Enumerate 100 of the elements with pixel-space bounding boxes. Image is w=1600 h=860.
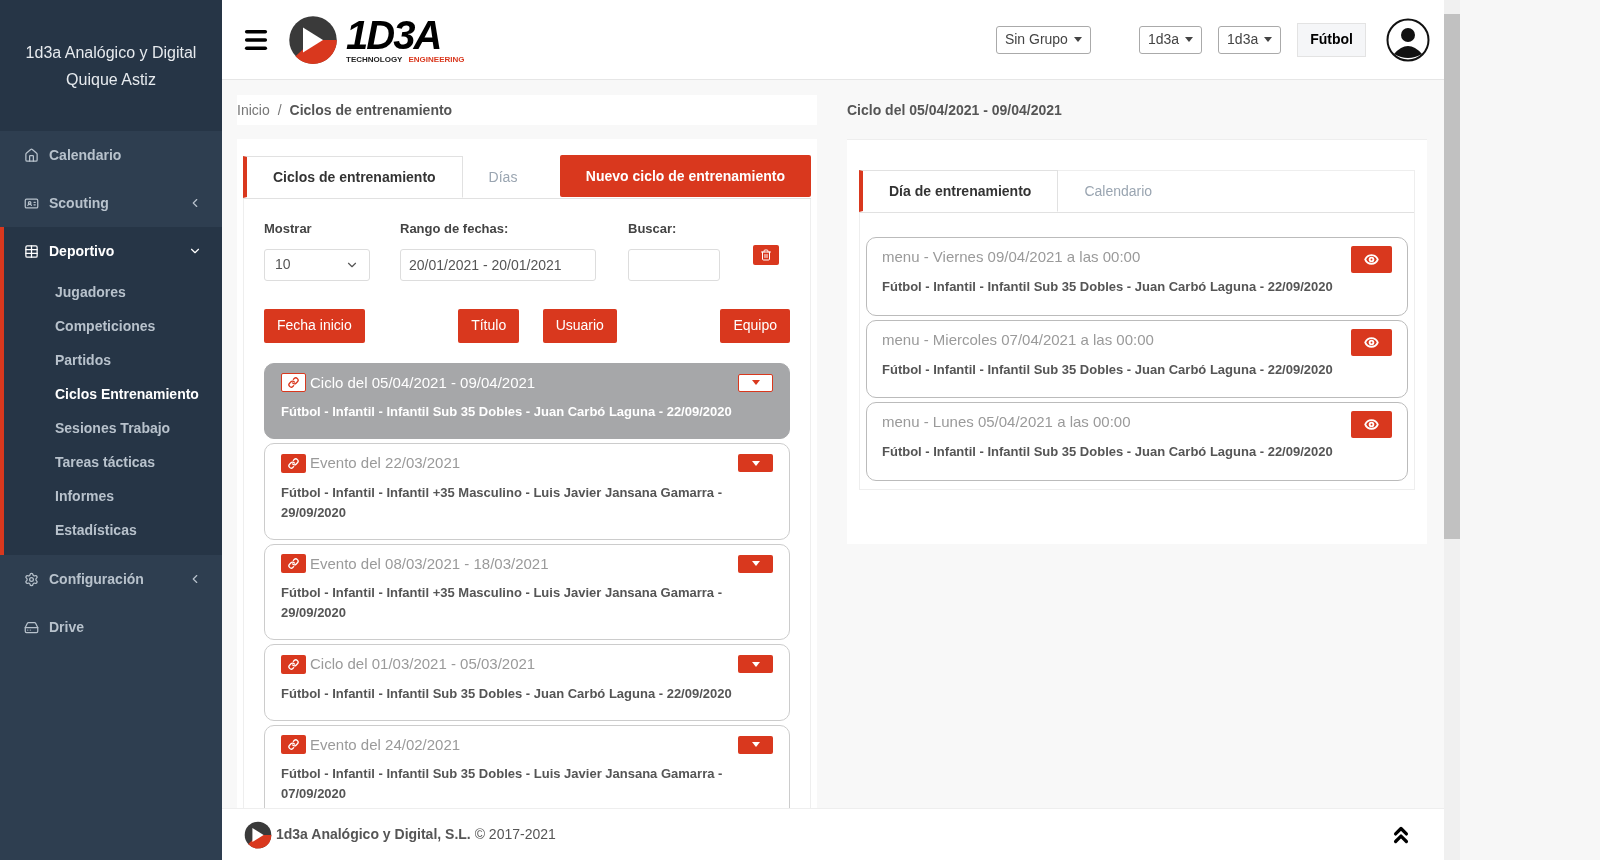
day-title: menu - Lunes 05/04/2021 a las 00:00 <box>882 412 1132 432</box>
sport-button[interactable]: Fútbol <box>1297 22 1366 57</box>
submenu-item[interactable]: Estadísticas <box>4 513 222 547</box>
new-cycle-button[interactable]: Nuevo ciclo de entrenamiento <box>559 155 811 197</box>
group-dropdown[interactable]: Sin Grupo <box>995 25 1091 54</box>
logo-text: 1D3A <box>346 15 442 55</box>
day-details: Fútbol - Infantil - Infantil Sub 35 Dobles - Juan Carbó Laguna - 22/09/2020 <box>882 360 1334 379</box>
caret-icon <box>751 742 760 748</box>
search-field[interactable] <box>628 248 720 281</box>
link-icon <box>288 558 299 570</box>
group-dropdown[interactable]: 1d3a <box>1138 25 1203 54</box>
sidebar-item[interactable]: Drive <box>0 603 222 651</box>
trash-icon <box>760 249 772 261</box>
cycle-details: Fútbol - Infantil - Infantil Sub 35 Dobles - Luis Javier Jansana Gamarra - 07/09/2020 <box>281 765 724 803</box>
caret-icon <box>751 561 760 567</box>
drive-icon <box>24 619 39 635</box>
submenu-item[interactable]: Partidos <box>4 343 222 377</box>
breadcrumb-current: Ciclos de entrenamiento <box>289 100 453 120</box>
day-title: menu - Viernes 09/04/2021 a las 00:00 <box>882 247 1142 267</box>
cycle-details: Fútbol - Infantil - Infantil +35 Masculino - Luis Javier Jansana Gamarra - 29/09/2020 <box>281 584 724 622</box>
link-button[interactable] <box>281 373 306 393</box>
submenu-item[interactable]: Sesiones Trabajo <box>4 411 222 445</box>
logo-icon <box>244 820 272 849</box>
field-label: Mostrar <box>264 220 313 238</box>
eye-icon <box>1364 417 1379 432</box>
settings-icon <box>24 571 39 587</box>
eye-icon <box>1364 334 1379 350</box>
cycle-title: Evento del 08/03/2021 - 18/03/2021 <box>310 553 550 574</box>
link-button[interactable] <box>281 554 306 574</box>
cycle-title: Evento del 24/02/2021 <box>310 734 462 755</box>
submenu-item[interactable]: Informes <box>4 479 222 513</box>
dropdown-button[interactable] <box>738 735 773 754</box>
home-icon <box>24 147 39 163</box>
cycle-title: Evento del 22/03/2021 <box>310 453 462 473</box>
date-range-field[interactable]: 20/01/2021 - 20/01/2021 <box>400 248 596 281</box>
breadcrumb-separator: / <box>277 100 282 120</box>
cycle-card[interactable]: Evento del 24/02/2021 Fútbol - Infantil - Infantil Sub 35 Dobles - Luis Javier Jansana Gamarra - 07/09/2020 <box>264 724 790 808</box>
caret-icon <box>1073 37 1082 42</box>
cycle-details: Fútbol - Infantil - Infantil Sub 35 Dobles - Juan Carbó Laguna - 22/09/2020 <box>281 684 733 703</box>
link-icon <box>288 377 299 389</box>
link-icon <box>288 739 299 751</box>
cycle-details: Fútbol - Infantil - Infantil +35 Masculino - Luis Javier Jansana Gamarra - 29/09/2020 <box>281 483 724 522</box>
user-name: Quique Astiz <box>66 69 156 90</box>
day-title: menu - Miercoles 07/04/2021 a las 00:00 <box>882 329 1155 350</box>
caret-icon <box>1185 37 1194 42</box>
organization-name: 1d3a Analógico y Digital <box>25 42 197 63</box>
scrollbar[interactable] <box>1444 0 1460 860</box>
avatar-icon[interactable] <box>1386 17 1430 62</box>
caret-icon <box>751 460 760 466</box>
submenu-item[interactable]: Competiciones <box>4 309 222 343</box>
view-button[interactable] <box>1351 328 1392 356</box>
link-button[interactable] <box>281 453 306 473</box>
dropdown-button[interactable] <box>738 655 773 674</box>
dropdown-button[interactable] <box>738 454 773 473</box>
dropdown-button[interactable] <box>738 554 773 573</box>
logo-tagline: ENGINEERING <box>408 56 465 64</box>
logo-tagline: TECHNOLOGY <box>346 56 403 64</box>
page-size-select[interactable]: 10 <box>264 248 370 281</box>
submenu-item[interactable]: Tareas tácticas <box>4 445 222 479</box>
sidebar-item[interactable]: Deportivo <box>4 227 222 275</box>
table-icon <box>24 243 39 259</box>
sidebar-item[interactable]: Calendario <box>0 131 222 179</box>
sort-button[interactable]: Título <box>458 308 520 343</box>
sidebar-item[interactable]: Scouting <box>0 179 222 227</box>
field-label: Buscar: <box>628 220 678 238</box>
sort-button[interactable]: Fecha inicio <box>264 308 365 343</box>
tab[interactable]: Ciclos de entrenamiento <box>243 156 463 198</box>
sidebar-item[interactable]: Configuración <box>0 555 222 603</box>
cycle-card[interactable]: Evento del 08/03/2021 - 18/03/2021 Fútbol - Infantil - Infantil +35 Masculino - Luis Javier Jansana Gamarra - 29/09/2020 <box>264 543 790 640</box>
submenu-item[interactable]: Ciclos Entrenamiento <box>4 377 222 411</box>
view-button[interactable] <box>1351 246 1392 273</box>
cycle-title: Ciclo del 01/03/2021 - 05/03/2021 <box>310 654 537 674</box>
eye-icon <box>1364 252 1379 267</box>
caret-icon <box>751 380 760 386</box>
sort-button[interactable]: Equipo <box>720 308 790 343</box>
group-dropdown[interactable]: 1d3a <box>1218 25 1282 54</box>
cycle-details: Fútbol - Infantil - Infantil Sub 35 Dobles - Juan Carbó Laguna - 22/09/2020 <box>281 403 733 421</box>
cycle-title: Ciclo del 05/04/2021 - 09/04/2021 <box>310 372 537 393</box>
day-details: Fútbol - Infantil - Infantil Sub 35 Dobles - Juan Carbó Laguna - 22/09/2020 <box>882 443 1334 461</box>
link-button[interactable] <box>281 735 306 755</box>
view-button[interactable] <box>1351 411 1392 438</box>
day-details: Fútbol - Infantil - Infantil Sub 35 Dobles - Juan Carbó Laguna - 22/09/2020 <box>882 278 1334 296</box>
cycle-card[interactable]: Ciclo del 01/03/2021 - 05/03/2021 Fútbol - Infantil - Infantil Sub 35 Dobles - Juan Carbó Laguna - 22/09/2020 <box>264 644 790 721</box>
tab[interactable]: Día de entrenamiento <box>859 170 1059 212</box>
logo-icon <box>288 14 338 65</box>
cycle-heading: Ciclo del 05/04/2021 - 09/04/2021 <box>847 100 1063 120</box>
id-card-icon <box>24 195 39 211</box>
link-icon <box>288 457 299 469</box>
link-button[interactable] <box>281 654 306 674</box>
caret-icon <box>751 661 760 667</box>
sort-button[interactable]: Usuario <box>542 308 617 343</box>
link-icon <box>288 658 299 670</box>
cycle-card[interactable]: Evento del 22/03/2021 Fútbol - Infantil - Infantil +35 Masculino - Luis Javier Jansana Gamarra - 29/09/2020 <box>264 443 790 540</box>
delete-button[interactable] <box>753 245 779 265</box>
dropdown-button[interactable] <box>738 373 773 392</box>
breadcrumb-link[interactable]: Inicio <box>237 99 270 121</box>
footer-text: 1d3a Analógico y Digital, S.L. © 2017-2021 <box>276 825 556 844</box>
field-label: Rango de fechas: <box>400 220 510 238</box>
submenu-item[interactable]: Jugadores <box>4 275 222 309</box>
caret-icon <box>1264 37 1273 42</box>
